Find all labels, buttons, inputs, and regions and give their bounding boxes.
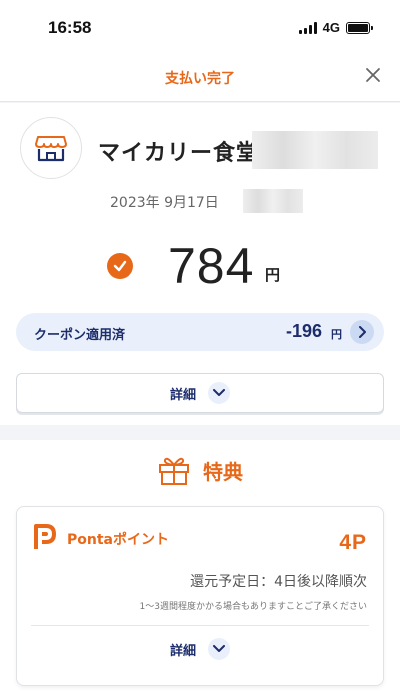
chevron-right-icon (359, 326, 366, 338)
detail-button[interactable]: 詳細 (16, 373, 384, 413)
ponta-name: Pontaポイント (67, 532, 169, 548)
status-bar: 16:58 4G (0, 0, 400, 50)
benefit-section: 特典 Pontaポイント 4P 還元予定日：4日後以降順次 1〜3週間程度かかる… (0, 440, 400, 692)
payment-amount: 784 (168, 238, 255, 294)
battery-icon (346, 21, 373, 34)
gift-icon (159, 457, 189, 485)
chevron-down-icon (208, 638, 230, 660)
header: 支払い完了 (0, 50, 400, 102)
page-title: 支払い完了 (165, 71, 235, 87)
store-name: マイカリー食堂 (98, 141, 260, 166)
network-type: 4G (322, 20, 340, 35)
status-time: 16:58 (48, 18, 92, 37)
ponta-detail-button[interactable]: 詳細 (17, 633, 383, 665)
amount-unit: 円 (265, 266, 281, 284)
ponta-return-date: 還元予定日：4日後以降順次 (190, 574, 367, 590)
signal-icon (298, 21, 317, 34)
coupon-applied-bar[interactable]: クーポン適用済 -196 円 (16, 313, 384, 351)
ponta-logo-icon (33, 523, 57, 555)
ponta-points: 4P (339, 531, 367, 554)
ponta-detail-label: 詳細 (169, 643, 196, 659)
coupon-discount: -196 (285, 321, 322, 341)
close-icon (366, 68, 380, 82)
chevron-down-icon (208, 382, 230, 404)
benefit-title: 特典 (203, 459, 243, 484)
ponta-card: Pontaポイント 4P 還元予定日：4日後以降順次 1〜3週間程度かかる場合も… (16, 506, 384, 686)
store-avatar (20, 117, 82, 179)
coupon-arrow-button[interactable] (350, 320, 374, 344)
coupon-label: クーポン適用済 (34, 328, 126, 343)
check-icon (107, 253, 133, 279)
redacted-time (243, 189, 303, 213)
ponta-note: 1〜3週間程度かかる場合もありますことご了承ください (139, 602, 367, 612)
redacted-store-suffix (252, 131, 378, 169)
detail-label: 詳細 (169, 387, 196, 403)
divider (31, 625, 369, 626)
payment-card: マイカリー食堂 2023年 9月17日 784 円 クーポン適用済 -196 円… (0, 103, 400, 425)
store-icon (35, 136, 67, 162)
status-icons: 4G (298, 20, 373, 35)
close-button[interactable] (360, 62, 386, 88)
payment-date: 2023年 9月17日 (110, 195, 219, 211)
coupon-unit: 円 (331, 328, 342, 341)
benefit-header: 特典 (0, 454, 400, 486)
